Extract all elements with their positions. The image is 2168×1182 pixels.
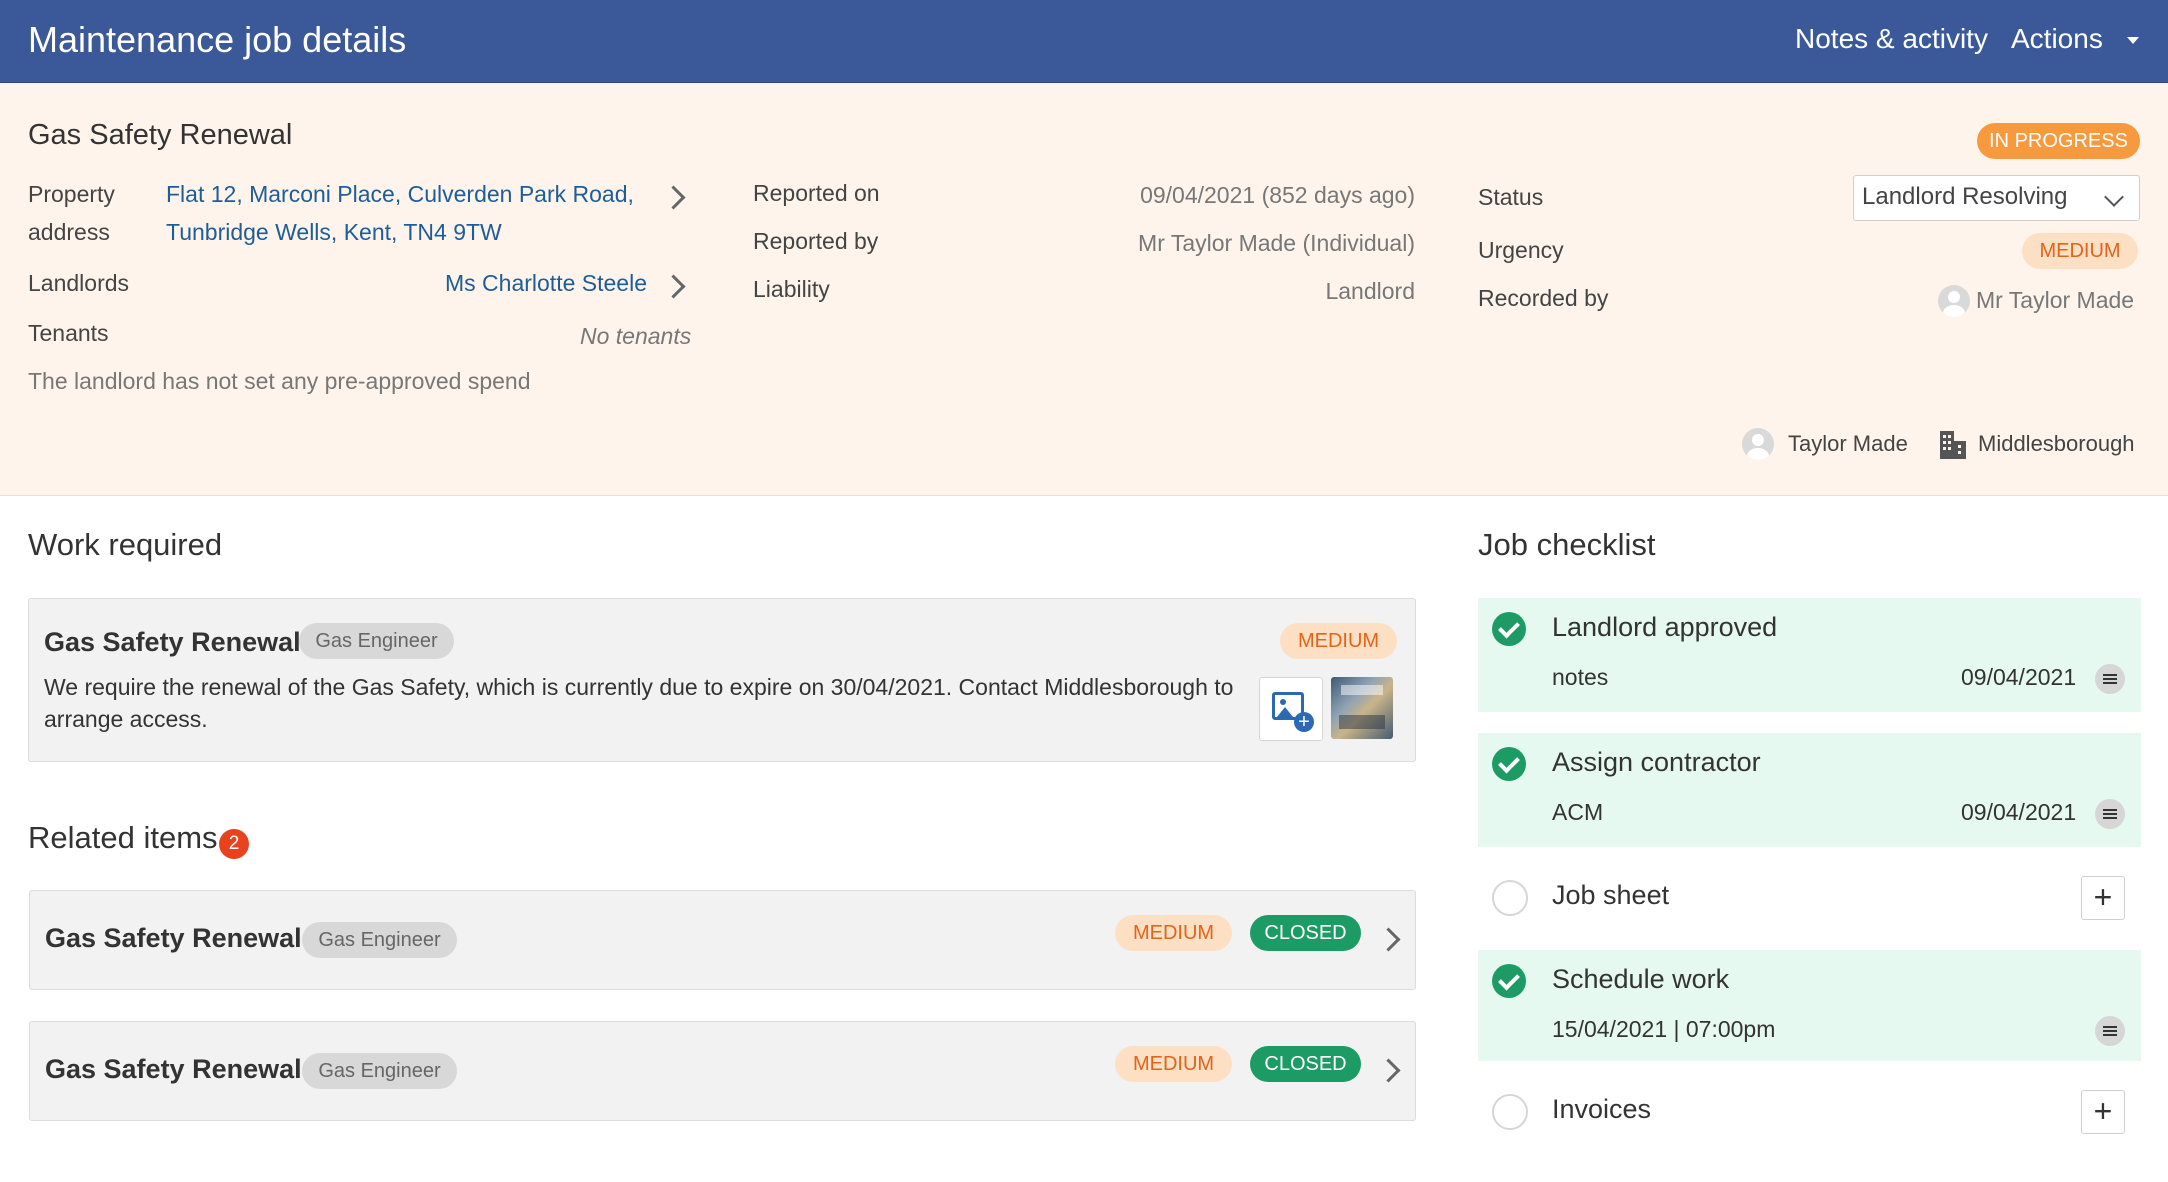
- related-items-title: Related items: [28, 820, 218, 855]
- checklist-item-title: Schedule work: [1552, 964, 1730, 994]
- urgency-label: Urgency: [1478, 237, 1564, 263]
- user-avatar-icon: [1938, 285, 1970, 317]
- work-description: We require the renewal of the Gas Safety…: [44, 674, 1234, 732]
- status-badge: IN PROGRESS: [1977, 123, 2140, 159]
- related-item-row[interactable]: Gas Safety Renewal Gas Engineer MEDIUM C…: [29, 1021, 1416, 1121]
- tenants-value: No tenants: [580, 323, 692, 349]
- trade-tag: Gas Engineer: [302, 1053, 457, 1089]
- check-circle-icon: [1492, 747, 1526, 781]
- attachment-thumbnail[interactable]: [1331, 677, 1393, 739]
- add-job-sheet-button[interactable]: +: [2081, 876, 2125, 920]
- checklist-item-schedule-work[interactable]: Schedule work 15/04/2021 | 07:00pm: [1478, 950, 2141, 1061]
- liability-label: Liability: [753, 276, 830, 302]
- more-menu-icon[interactable]: [2095, 799, 2125, 829]
- urgency-badge: MEDIUM: [2022, 233, 2138, 269]
- urgency-badge: MEDIUM: [1280, 623, 1397, 659]
- preapproved-spend-text: The landlord has not set any pre-approve…: [28, 368, 531, 394]
- chevron-right-icon[interactable]: [661, 185, 686, 210]
- checklist-item-date: 09/04/2021: [1961, 664, 2077, 690]
- work-required-title: Work required: [28, 527, 223, 562]
- trade-tag: Gas Engineer: [299, 623, 454, 659]
- liability-value: Landlord: [1325, 278, 1415, 304]
- reported-on-label: Reported on: [753, 180, 880, 206]
- landlord-link[interactable]: Ms Charlotte Steele: [445, 264, 647, 302]
- job-checklist-title: Job checklist: [1478, 527, 1656, 562]
- checklist-item-detail: notes: [1552, 664, 1609, 690]
- check-circle-icon: [1492, 612, 1526, 646]
- actions-menu[interactable]: Actions: [2011, 20, 2139, 58]
- status-select-value: Landlord Resolving: [1862, 183, 2068, 210]
- notes-activity-link[interactable]: Notes & activity: [1795, 20, 1988, 58]
- plus-icon: +: [1294, 712, 1314, 732]
- trade-tag: Gas Engineer: [302, 922, 457, 958]
- job-title: Gas Safety Renewal: [28, 119, 293, 151]
- job-summary-panel: Gas Safety Renewal IN PROGRESS Property …: [0, 83, 2168, 496]
- building-icon: [1940, 431, 1966, 459]
- page-title: Maintenance job details: [28, 19, 407, 60]
- assignee-avatar-icon: [1742, 428, 1774, 460]
- recorded-by-label: Recorded by: [1478, 285, 1609, 311]
- checklist-item-title: Job sheet: [1552, 880, 1670, 910]
- tenants-label: Tenants: [28, 320, 109, 346]
- related-item-title: Gas Safety Renewal: [45, 923, 302, 953]
- landlords-label: Landlords: [28, 270, 130, 296]
- status-badge: CLOSED: [1250, 1046, 1361, 1082]
- status-select[interactable]: Landlord Resolving: [1853, 175, 2140, 221]
- urgency-badge: MEDIUM: [1115, 915, 1232, 951]
- urgency-badge: MEDIUM: [1115, 1046, 1232, 1082]
- actions-label: Actions: [2011, 23, 2103, 54]
- related-item-title: Gas Safety Renewal: [45, 1054, 302, 1084]
- recorded-by-value: Mr Taylor Made: [1976, 287, 2135, 313]
- checklist-item-title: Assign contractor: [1552, 747, 1761, 777]
- checklist-item-assign-contractor[interactable]: Assign contractor ACM 09/04/2021: [1478, 733, 2141, 847]
- chevron-right-icon: [1376, 927, 1401, 952]
- top-bar: Maintenance job details Notes & activity…: [0, 0, 2168, 83]
- contractor-link[interactable]: ACM: [1552, 793, 1603, 831]
- chevron-right-icon: [1376, 1058, 1401, 1083]
- checklist-item-invoices[interactable]: Invoices +: [1478, 1080, 2141, 1164]
- related-count-badge: 2: [219, 829, 249, 859]
- checklist-item-landlord-approved[interactable]: Landlord approved notes 09/04/2021: [1478, 598, 2141, 712]
- more-menu-icon[interactable]: [2095, 1016, 2125, 1046]
- reported-on-value: 09/04/2021 (852 days ago): [1140, 182, 1415, 208]
- work-required-card: Gas Safety Renewal Gas Engineer MEDIUM W…: [28, 598, 1416, 762]
- reported-by-label: Reported by: [753, 228, 879, 254]
- empty-circle-icon: [1492, 880, 1528, 916]
- checklist-item-title: Landlord approved: [1552, 612, 1778, 642]
- assignee-name: Taylor Made: [1788, 431, 1908, 456]
- checklist-item-job-sheet[interactable]: Job sheet +: [1478, 866, 2141, 950]
- caret-down-icon: [2126, 37, 2139, 45]
- add-image-button[interactable]: +: [1259, 677, 1323, 741]
- property-label: Property address: [28, 181, 115, 245]
- checklist-item-date: 09/04/2021: [1961, 799, 2077, 825]
- property-address-line2[interactable]: Tunbridge Wells, Kent, TN4 9TW: [166, 213, 502, 251]
- reported-by-value: Mr Taylor Made (Individual): [1138, 230, 1415, 256]
- checklist-item-title: Invoices: [1552, 1094, 1652, 1124]
- checklist-item-detail: 15/04/2021 | 07:00pm: [1552, 1016, 1776, 1042]
- work-title: Gas Safety Renewal: [44, 627, 301, 657]
- more-menu-icon[interactable]: [2095, 664, 2125, 694]
- check-circle-icon: [1492, 964, 1526, 998]
- chevron-down-icon: [2104, 187, 2124, 207]
- property-address-line1[interactable]: Flat 12, Marconi Place, Culverden Park R…: [166, 175, 634, 213]
- status-badge: CLOSED: [1250, 915, 1361, 951]
- add-invoice-button[interactable]: +: [2081, 1090, 2125, 1134]
- chevron-right-icon[interactable]: [661, 274, 686, 299]
- empty-circle-icon: [1492, 1094, 1528, 1130]
- branch-name: Middlesborough: [1978, 431, 2135, 456]
- status-label: Status: [1478, 184, 1544, 210]
- related-item-row[interactable]: Gas Safety Renewal Gas Engineer MEDIUM C…: [29, 890, 1416, 990]
